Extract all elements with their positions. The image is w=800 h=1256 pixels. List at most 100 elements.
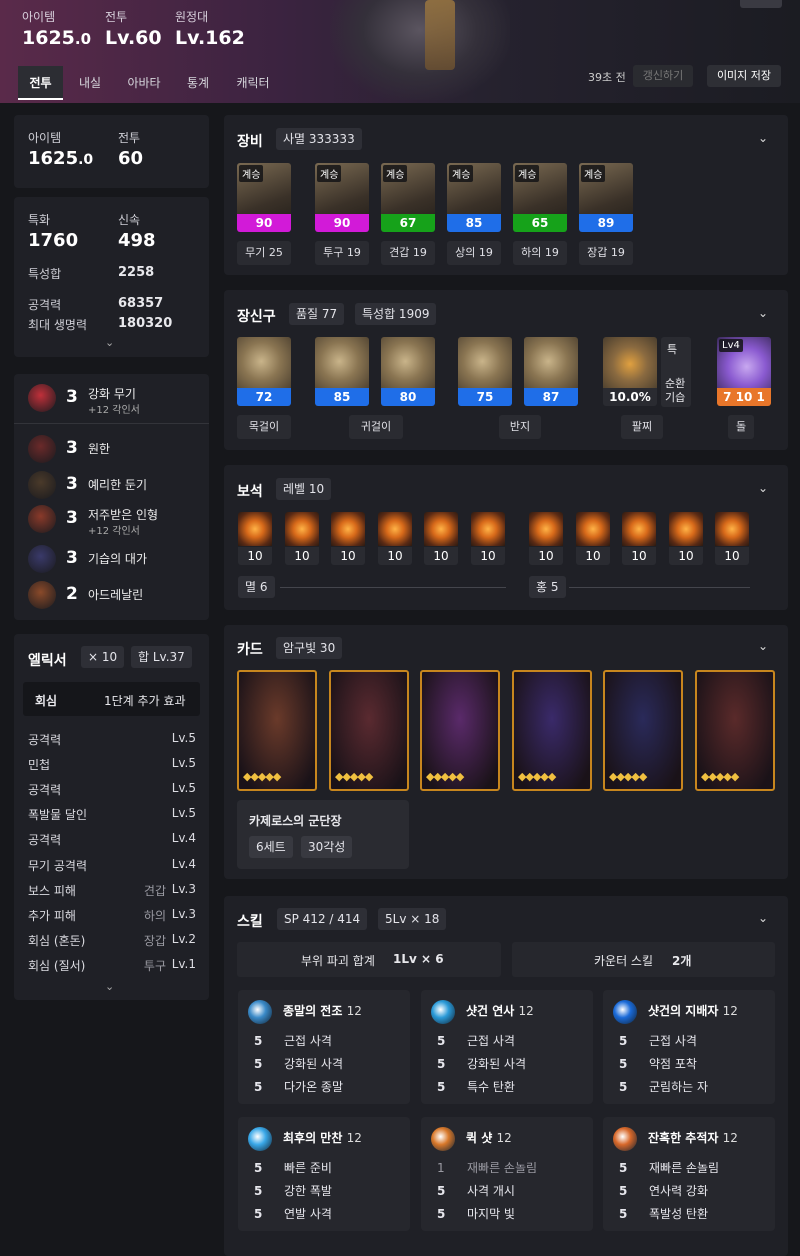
card-item[interactable]: ◆◆◆◆◆ — [512, 670, 592, 791]
engraving-icon — [28, 384, 56, 412]
gem-left-label: 멸 6 — [238, 576, 275, 598]
tripod-level: 5 — [619, 1034, 628, 1048]
gem-icon[interactable] — [576, 512, 610, 546]
skill-tripod: 5 연사력 강화 — [619, 1182, 708, 1199]
card-awaken-stars: ◆◆◆◆◆ — [426, 770, 464, 783]
tab-stats[interactable]: 통계 — [180, 66, 216, 100]
equipment-weapon-icon[interactable]: 계승 — [237, 163, 291, 217]
engraving-icon — [28, 581, 56, 609]
engraving-icon — [28, 545, 56, 573]
card-item[interactable]: ◆◆◆◆◆ — [237, 670, 317, 791]
header-item-level: 아이템 1625.0 — [22, 8, 91, 49]
skill-card[interactable]: 잔혹한 추적자 12 5 재빠른 손놀림 5 연사력 강화 5 폭발성 탄환 — [603, 1117, 775, 1231]
skill-tripod: 5 근접 사격 — [254, 1032, 332, 1049]
skill-card[interactable]: 샷건의 지배자 12 5 근접 사격 5 약점 포착 5 군림하는 자 — [603, 990, 775, 1104]
tripod-name: 근접 사격 — [467, 1034, 515, 1048]
gem-icon[interactable] — [471, 512, 505, 546]
equipment-title: 장비 — [237, 134, 263, 150]
gem-icon[interactable] — [669, 512, 703, 546]
stats-expand-chevron-icon[interactable]: ⌄ — [105, 336, 114, 349]
accessory-necklace-icon[interactable] — [237, 337, 291, 391]
engraving-count: 3 — [66, 474, 78, 494]
equipment-shoulder-icon[interactable]: 계승 — [381, 163, 435, 217]
tab-combat[interactable]: 전투 — [18, 66, 63, 100]
engraving-icon — [28, 505, 56, 533]
accessory-earring-1-icon[interactable] — [315, 337, 369, 391]
top-right-chip[interactable] — [740, 0, 782, 8]
equipment-chest-icon[interactable]: 계승 — [447, 163, 501, 217]
skill-card[interactable]: 샷건 연사 12 5 근접 사격 5 강화된 사격 5 특수 탄환 — [421, 990, 593, 1104]
equipment-inherit-tag: 계승 — [515, 165, 540, 182]
gem-level: 10 — [669, 547, 703, 565]
gem-icon[interactable] — [622, 512, 656, 546]
skill-name-text: 샷건의 지배자 — [648, 1004, 719, 1018]
equipment-quality: 89 — [579, 214, 633, 232]
tripod-name: 강한 폭발 — [284, 1184, 332, 1198]
card-item[interactable]: ◆◆◆◆◆ — [329, 670, 409, 791]
card-collapse-chevron-icon[interactable]: ⌄ — [758, 639, 768, 653]
skill-tripod: 5 강한 폭발 — [254, 1182, 332, 1199]
engraving-name: 강화 무기 — [88, 387, 136, 401]
gem-icon[interactable] — [715, 512, 749, 546]
stat-swift-value: 498 — [118, 230, 156, 251]
part-destroy-box: 부위 파괴 합계 1Lv × 6 — [237, 942, 501, 977]
gem-icon[interactable] — [285, 512, 319, 546]
card-item[interactable]: ◆◆◆◆◆ — [603, 670, 683, 791]
gem-icon[interactable] — [424, 512, 458, 546]
skill-tripod: 5 강화된 사격 — [437, 1055, 526, 1072]
tab-character[interactable]: 캐릭터 — [230, 66, 276, 100]
elixir-row: 공격력 Lv.4 — [28, 831, 196, 849]
accessory-ring-2-icon[interactable] — [524, 337, 578, 391]
gem-icon[interactable] — [378, 512, 412, 546]
elixir-row-name: 공격력 — [28, 833, 62, 848]
save-image-button[interactable]: 이미지 저장 — [707, 65, 781, 87]
skill-card[interactable]: 종말의 전조 12 5 근접 사격 5 강화된 사격 5 다가온 종말 — [238, 990, 410, 1104]
accessory-quality: 85 — [315, 388, 369, 406]
skill-collapse-chevron-icon[interactable]: ⌄ — [758, 911, 768, 925]
tripod-level: 5 — [619, 1057, 628, 1071]
gem-title: 보석 — [237, 484, 263, 500]
card-item[interactable]: ◆◆◆◆◆ — [695, 670, 775, 791]
skill-name-text: 최후의 만찬 — [283, 1131, 343, 1145]
refresh-button[interactable]: 갱신하기 — [633, 65, 693, 87]
skill-card[interactable]: 퀵 샷 12 1 재빠른 손놀림 5 사격 개시 5 마지막 빛 — [421, 1117, 593, 1231]
tab-avatar[interactable]: 아바타 — [120, 66, 168, 100]
card-item[interactable]: ◆◆◆◆◆ — [420, 670, 500, 791]
ability-stone-icon[interactable]: Lv4 — [717, 337, 771, 391]
tab-inner[interactable]: 내실 — [72, 66, 108, 100]
skill-name-text: 샷건 연사 — [466, 1004, 515, 1018]
part-destroy-label: 부위 파괴 합계 — [301, 954, 375, 968]
elixir-row: 추가 피해 하의 Lv.3 — [28, 907, 196, 925]
gem-icon[interactable] — [529, 512, 563, 546]
elixir-expand-chevron-icon[interactable]: ⌄ — [105, 980, 114, 993]
stat-hp-value: 180320 — [118, 316, 173, 331]
gem-level: 10 — [622, 547, 656, 565]
gem-icon[interactable] — [238, 512, 272, 546]
ability-stone-level: Lv4 — [719, 339, 743, 352]
stats-panel: 특화 1760 신속 498 특성합 2258 공격력 68357 최대 생명력… — [14, 197, 209, 357]
elixir-row-name: 추가 피해 — [28, 908, 76, 923]
bracelet-icon[interactable] — [603, 337, 657, 391]
skill-card[interactable]: 최후의 만찬 12 5 빠른 준비 5 강한 폭발 5 연발 사격 — [238, 1117, 410, 1231]
elixir-set-effect: 1단계 추가 효과 — [104, 694, 186, 708]
card-awaken-stars: ◆◆◆◆◆ — [701, 770, 739, 783]
equipment-pants-icon[interactable]: 계승 — [513, 163, 567, 217]
gem-icon[interactable] — [331, 512, 365, 546]
accessory-ring-1-icon[interactable] — [458, 337, 512, 391]
skill-name: 종말의 전조 12 — [283, 1002, 362, 1019]
accessory-slot-label: 귀걸이 — [349, 415, 403, 439]
equipment-collapse-chevron-icon[interactable]: ⌄ — [758, 131, 768, 145]
equipment-slot-label: 장갑 19 — [579, 241, 633, 265]
skill-tripod: 5 재빠른 손놀림 — [619, 1159, 719, 1176]
accessory-earring-2-icon[interactable] — [381, 337, 435, 391]
gem-level: 10 — [331, 547, 365, 565]
gem-collapse-chevron-icon[interactable]: ⌄ — [758, 481, 768, 495]
engraving-name: 아드레날린 — [88, 588, 144, 602]
tripod-name: 군림하는 자 — [649, 1080, 709, 1094]
equipment-gloves-icon[interactable]: 계승 — [579, 163, 633, 217]
gem-level: 10 — [424, 547, 458, 565]
accessory-collapse-chevron-icon[interactable]: ⌄ — [758, 306, 768, 320]
equipment-helmet-icon[interactable]: 계승 — [315, 163, 369, 217]
expedition-label: 원정대 — [175, 10, 209, 24]
tripod-name: 폭발성 탄환 — [649, 1207, 709, 1221]
